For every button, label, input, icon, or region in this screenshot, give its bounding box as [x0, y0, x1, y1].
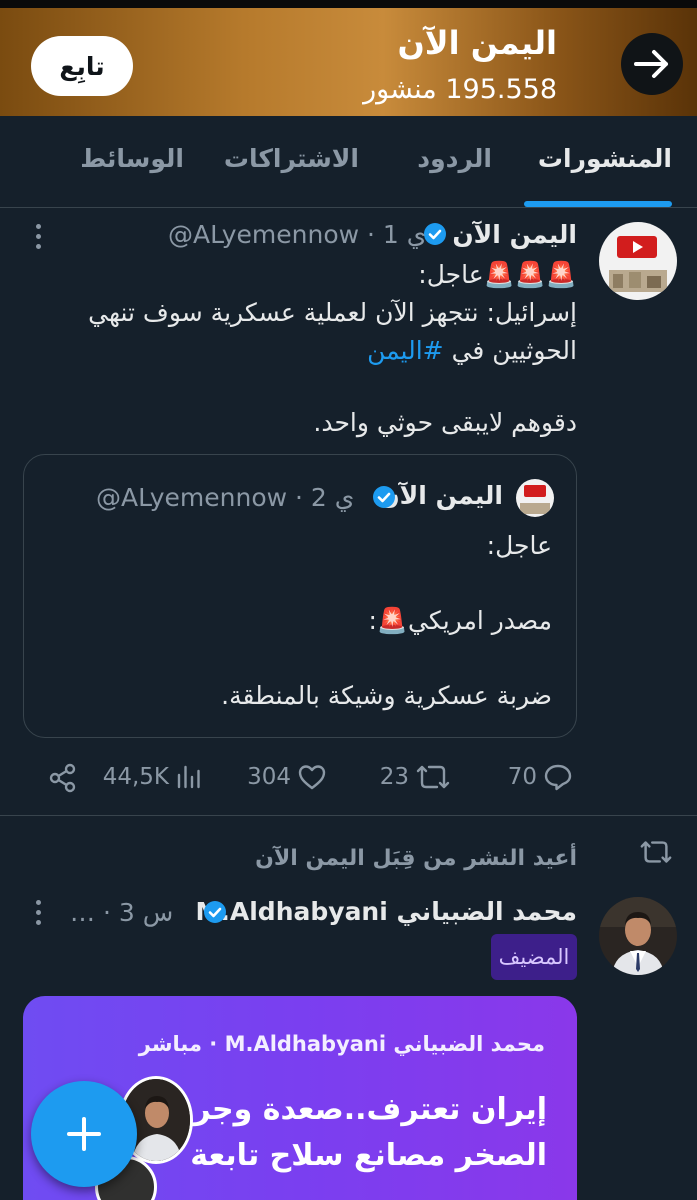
- post-line-4: دقوهم لايبقى حوثي واحد.: [313, 408, 577, 437]
- hashtag-link[interactable]: #اليمن: [367, 336, 444, 365]
- heart-icon: [298, 765, 326, 790]
- post-line-3: الحوثيين في #اليمن: [367, 330, 577, 372]
- follow-button[interactable]: تابِع: [31, 36, 133, 96]
- repost-icon: [416, 765, 450, 789]
- quoted-post[interactable]: اليمن الآن @ALyemennow · 2 ي عاجل: مصدر …: [23, 454, 577, 738]
- quote-line-2: مصدر امريكي🚨:: [368, 606, 553, 635]
- repost-note[interactable]: أعيد النشر من قِبَل اليمن الآن: [255, 846, 577, 871]
- compose-button[interactable]: [31, 1081, 137, 1187]
- space-title-line-2: الصخر مصانع سلاح تابعة: [190, 1138, 547, 1173]
- more-options-icon[interactable]: [36, 900, 41, 925]
- author-name[interactable]: محمد الضبياني M.Aldhabyani: [196, 897, 577, 926]
- reply-button[interactable]: 70: [508, 763, 573, 791]
- more-options-icon[interactable]: [36, 224, 41, 249]
- quote-author-name: اليمن الآن: [378, 481, 503, 510]
- share-button[interactable]: [48, 763, 78, 793]
- back-button[interactable]: [621, 33, 683, 95]
- active-tab-indicator: [524, 201, 672, 207]
- profile-title: اليمن الآن: [397, 24, 557, 62]
- verified-badge-icon: [204, 901, 226, 923]
- posts-count: 195.558 منشور: [363, 74, 557, 105]
- post-actions: 70 23 304 44,5K: [0, 757, 697, 801]
- space-host-line: محمد الضبياني M.Aldhabyani · مباشر: [138, 1032, 545, 1056]
- yemen-now-logo-icon: [599, 222, 677, 300]
- quote-handle-time: @ALyemennow · 2 ي: [96, 483, 355, 512]
- verified-badge-icon: [424, 223, 446, 245]
- post-line-1: 🚨🚨🚨عاجل:: [418, 260, 577, 289]
- post-line-3-text: الحوثيين في: [443, 336, 577, 365]
- tab-media[interactable]: الوسائط: [80, 144, 184, 173]
- avatar[interactable]: [599, 897, 677, 975]
- reply-count: 70: [507, 764, 537, 790]
- post-time: … · 3 س: [70, 898, 174, 927]
- post-handle-time: @ALyemennow · 1 ي: [168, 220, 427, 249]
- quote-line-1: عاجل:: [486, 531, 552, 560]
- profile-tabs: المنشورات الردود الاشتراكات الوسائط: [0, 116, 697, 208]
- quote-line-3: ضربة عسكرية وشيكة بالمنطقة.: [221, 681, 552, 710]
- share-icon: [49, 763, 76, 793]
- post-line-2: إسرائيل: نتجهز الآن لعملية عسكرية سوف تن…: [88, 298, 577, 327]
- verified-badge-icon: [373, 486, 395, 508]
- plus-icon: [67, 1117, 101, 1151]
- tab-posts[interactable]: المنشورات: [538, 144, 672, 173]
- views-button[interactable]: 44,5K: [103, 763, 203, 791]
- author-name[interactable]: اليمن الآن: [452, 220, 577, 249]
- tab-subscriptions[interactable]: الاشتراكات: [224, 144, 359, 173]
- like-button[interactable]: 304: [247, 763, 327, 791]
- post-divider: [0, 815, 697, 816]
- view-count: 44,5K: [102, 764, 169, 790]
- like-count: 304: [247, 764, 291, 790]
- yemen-now-logo-icon: [516, 479, 554, 517]
- reply-icon: [544, 764, 572, 791]
- profile-photo-icon: [599, 897, 677, 975]
- arrow-right-icon: [634, 50, 668, 78]
- analytics-icon: [177, 765, 200, 789]
- repost-icon: [640, 841, 672, 863]
- host-badge: المضيف: [491, 934, 577, 980]
- quote-avatar: [516, 479, 554, 517]
- tab-replies[interactable]: الردود: [417, 144, 492, 173]
- repost-button[interactable]: 23: [380, 763, 451, 791]
- status-bar: [0, 0, 697, 8]
- avatar[interactable]: [599, 222, 677, 300]
- profile-header: اليمن الآن 195.558 منشور تابِع: [0, 8, 697, 116]
- space-title-line-1: إيران تعترف..صعدة وجرف: [158, 1092, 547, 1127]
- repost-count: 23: [379, 764, 409, 790]
